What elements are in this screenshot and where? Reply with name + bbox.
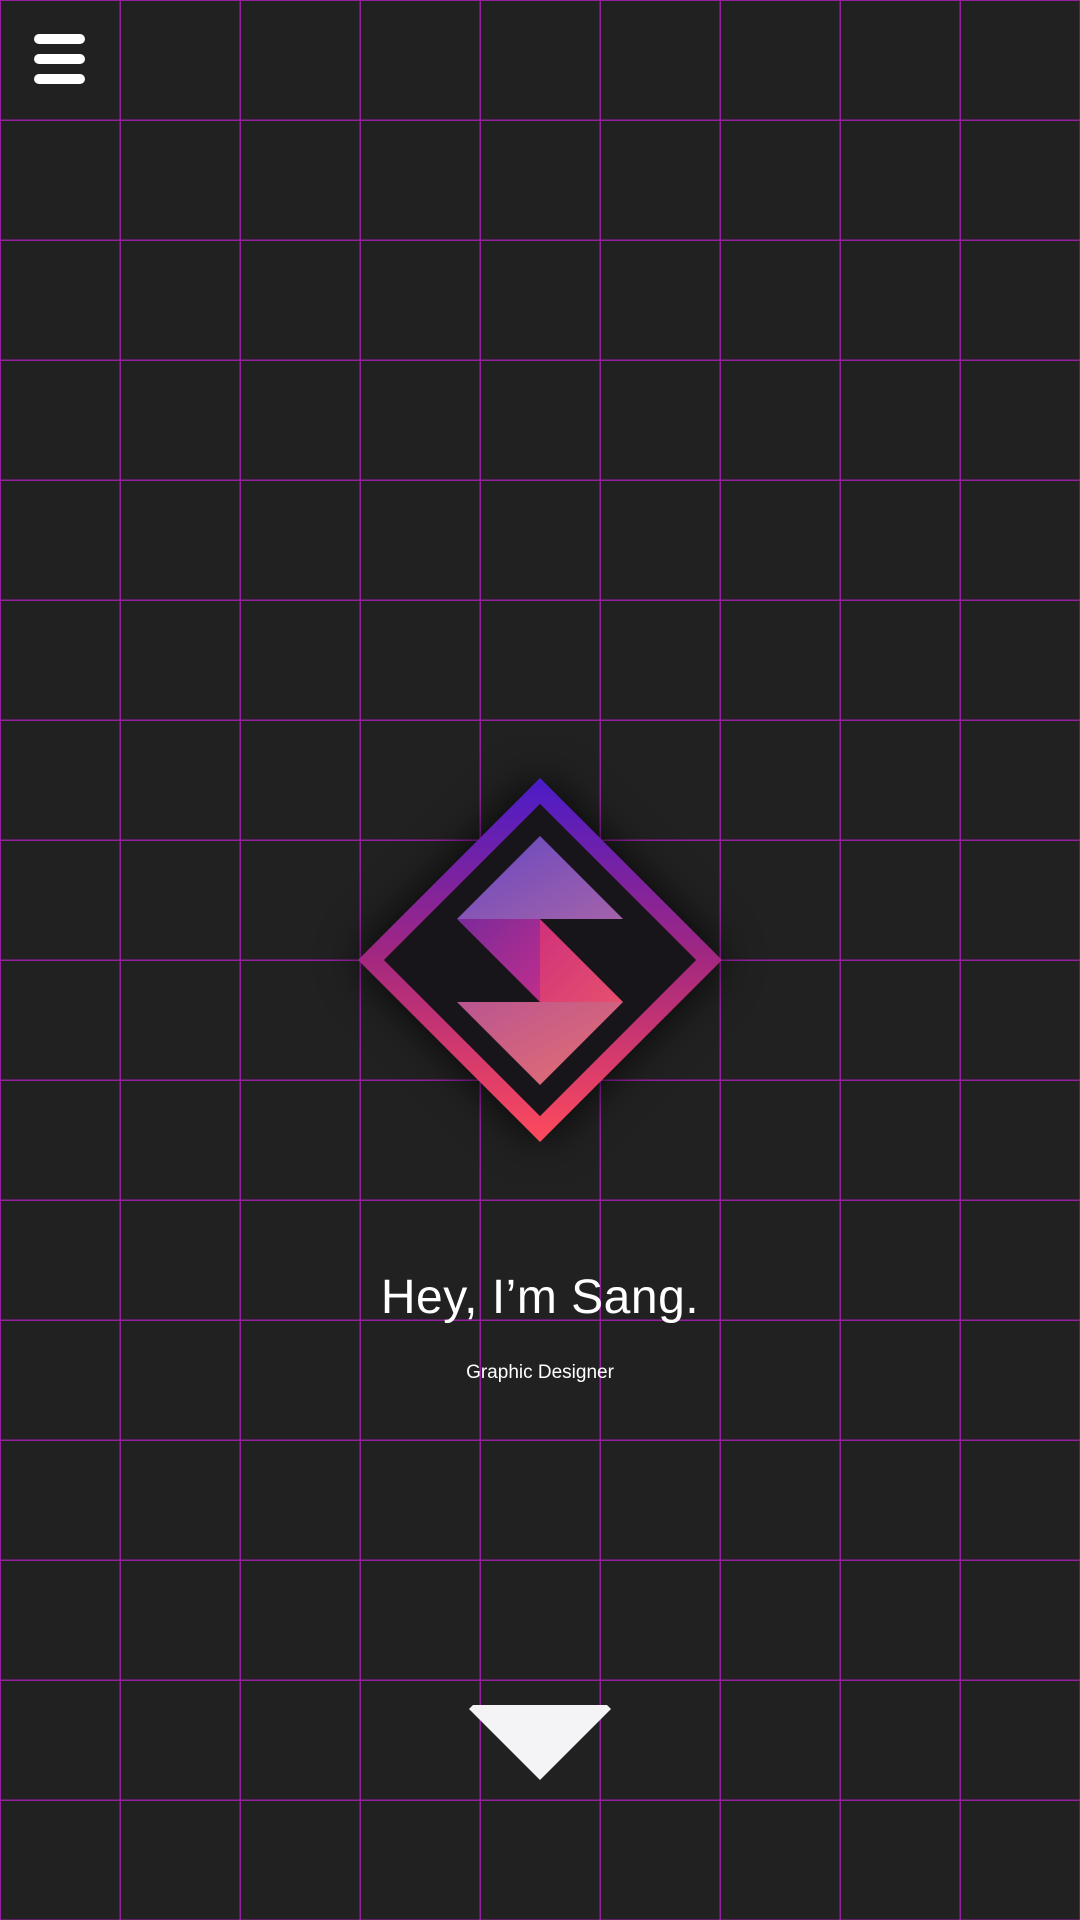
hero-headline: Hey, I’m Sang. bbox=[380, 1271, 700, 1324]
menu-button[interactable] bbox=[34, 34, 86, 86]
logo bbox=[358, 778, 722, 1142]
hamburger-menu-icon bbox=[34, 34, 85, 44]
scroll-down-button[interactable] bbox=[468, 1704, 612, 1784]
triangle-down-icon bbox=[469, 1705, 611, 1780]
hamburger-menu-icon-bar bbox=[34, 54, 85, 64]
hamburger-menu-icon-bar bbox=[34, 74, 85, 84]
diamond-s-monogram-icon bbox=[358, 778, 722, 1142]
hero-subtitle: Graphic Designer bbox=[466, 1362, 614, 1383]
